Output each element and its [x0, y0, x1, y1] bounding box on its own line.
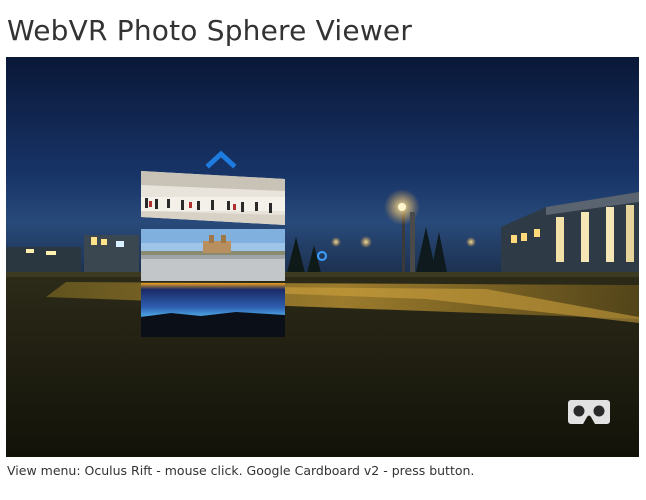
photo-sphere-viewer[interactable]: [6, 57, 639, 457]
chevron-up-icon: [205, 150, 237, 169]
cardboard-vr-icon: [568, 400, 610, 424]
thumbnail-plaza-panorama[interactable]: [141, 229, 285, 281]
gaze-reticle: [317, 251, 327, 261]
menu-up-button[interactable]: [205, 149, 237, 169]
vr-mode-button[interactable]: [567, 398, 611, 426]
page-title: WebVR Photo Sphere Viewer: [7, 14, 413, 47]
instructions-caption: View menu: Oculus Rift - mouse click. Go…: [7, 463, 475, 478]
night-sky-panorama-image: [141, 283, 285, 337]
interior-panorama-image: [141, 171, 285, 225]
thumbnail-interior-panorama[interactable]: [141, 171, 285, 225]
thumbnail-night-sky-panorama[interactable]: [141, 283, 285, 337]
plaza-panorama-image: [141, 229, 285, 281]
